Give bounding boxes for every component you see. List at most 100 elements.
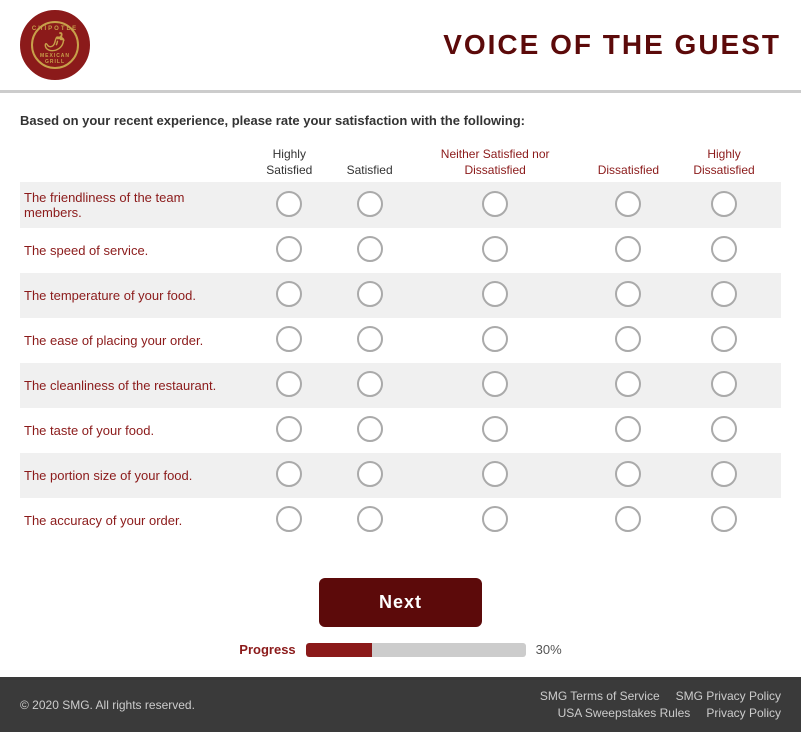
radio-friendliness-highly_satisfied[interactable]	[276, 191, 302, 217]
radio-accuracy-neither[interactable]	[482, 506, 508, 532]
radio-friendliness-dissatisfied[interactable]	[615, 191, 641, 217]
cell-ease-neither	[401, 318, 590, 363]
cell-temperature-dissatisfied	[590, 273, 667, 318]
row-label-accuracy: The accuracy of your order.	[20, 498, 240, 543]
row-label-ease: The ease of placing your order.	[20, 318, 240, 363]
cell-temperature-highly_dissatisfied	[667, 273, 781, 318]
radio-ease-dissatisfied[interactable]	[615, 326, 641, 352]
footer-link-privacy2[interactable]: Privacy Policy	[706, 706, 781, 720]
page-title: VOICE OF THE GUEST	[443, 29, 781, 61]
radio-accuracy-dissatisfied[interactable]	[615, 506, 641, 532]
radio-speed-highly_dissatisfied[interactable]	[711, 236, 737, 262]
radio-portion-neither[interactable]	[482, 461, 508, 487]
cell-temperature-highly_satisfied	[240, 273, 339, 318]
radio-temperature-satisfied[interactable]	[357, 281, 383, 307]
table-row: The friendliness of the team members.	[20, 182, 781, 228]
row-label-speed: The speed of service.	[20, 228, 240, 273]
col-header-highly-dissatisfied: Highly Dissatisfied	[667, 143, 781, 182]
radio-temperature-highly_dissatisfied[interactable]	[711, 281, 737, 307]
radio-portion-highly_satisfied[interactable]	[276, 461, 302, 487]
radio-accuracy-satisfied[interactable]	[357, 506, 383, 532]
radio-cleanliness-dissatisfied[interactable]	[615, 371, 641, 397]
cell-cleanliness-satisfied	[339, 363, 401, 408]
radio-speed-neither[interactable]	[482, 236, 508, 262]
cell-speed-dissatisfied	[590, 228, 667, 273]
table-row: The accuracy of your order.	[20, 498, 781, 543]
col-header-dissatisfied: Dissatisfied	[590, 143, 667, 182]
cell-speed-highly_dissatisfied	[667, 228, 781, 273]
table-row: The portion size of your food.	[20, 453, 781, 498]
col-header-highly-satisfied: Highly Satisfied	[240, 143, 339, 182]
cell-friendliness-satisfied	[339, 182, 401, 228]
radio-cleanliness-highly_dissatisfied[interactable]	[711, 371, 737, 397]
button-section: Next	[0, 578, 801, 627]
radio-temperature-neither[interactable]	[482, 281, 508, 307]
cell-friendliness-neither	[401, 182, 590, 228]
radio-temperature-highly_satisfied[interactable]	[276, 281, 302, 307]
cell-cleanliness-dissatisfied	[590, 363, 667, 408]
radio-accuracy-highly_satisfied[interactable]	[276, 506, 302, 532]
progress-percent: 30%	[536, 642, 562, 657]
radio-ease-satisfied[interactable]	[357, 326, 383, 352]
cell-ease-dissatisfied	[590, 318, 667, 363]
cell-friendliness-highly_dissatisfied	[667, 182, 781, 228]
survey-table: Highly Satisfied Satisfied Neither Satis…	[20, 143, 781, 543]
footer-link-sweepstakes[interactable]: USA Sweepstakes Rules	[558, 706, 691, 720]
survey-question-label: Based on your recent experience, please …	[20, 113, 781, 128]
progress-bar-fill	[306, 643, 372, 657]
chipotle-logo: CHIPOTLE 🌶 MEXICAN GRILL	[20, 10, 90, 80]
radio-temperature-dissatisfied[interactable]	[615, 281, 641, 307]
cell-speed-satisfied	[339, 228, 401, 273]
cell-taste-neither	[401, 408, 590, 453]
col-header-satisfied: Satisfied	[339, 143, 401, 182]
radio-friendliness-satisfied[interactable]	[357, 191, 383, 217]
radio-taste-satisfied[interactable]	[357, 416, 383, 442]
radio-speed-satisfied[interactable]	[357, 236, 383, 262]
radio-portion-highly_dissatisfied[interactable]	[711, 461, 737, 487]
row-label-temperature: The temperature of your food.	[20, 273, 240, 318]
radio-cleanliness-neither[interactable]	[482, 371, 508, 397]
radio-friendliness-highly_dissatisfied[interactable]	[711, 191, 737, 217]
cell-taste-satisfied	[339, 408, 401, 453]
cell-taste-dissatisfied	[590, 408, 667, 453]
footer: © 2020 SMG. All rights reserved. SMG Ter…	[0, 677, 801, 732]
footer-link-privacy[interactable]: SMG Privacy Policy	[676, 689, 781, 703]
footer-links-row2: USA Sweepstakes Rules Privacy Policy	[558, 706, 781, 720]
cell-accuracy-highly_satisfied	[240, 498, 339, 543]
radio-speed-highly_satisfied[interactable]	[276, 236, 302, 262]
footer-links-section: SMG Terms of Service SMG Privacy Policy …	[540, 689, 781, 720]
cell-taste-highly_dissatisfied	[667, 408, 781, 453]
cell-portion-highly_dissatisfied	[667, 453, 781, 498]
radio-taste-neither[interactable]	[482, 416, 508, 442]
radio-portion-dissatisfied[interactable]	[615, 461, 641, 487]
cell-accuracy-highly_dissatisfied	[667, 498, 781, 543]
footer-link-terms[interactable]: SMG Terms of Service	[540, 689, 660, 703]
header: CHIPOTLE 🌶 MEXICAN GRILL VOICE OF THE GU…	[0, 0, 801, 93]
radio-ease-neither[interactable]	[482, 326, 508, 352]
row-label-friendliness: The friendliness of the team members.	[20, 182, 240, 228]
cell-ease-highly_satisfied	[240, 318, 339, 363]
next-button[interactable]: Next	[319, 578, 482, 627]
radio-cleanliness-satisfied[interactable]	[357, 371, 383, 397]
row-label-taste: The taste of your food.	[20, 408, 240, 453]
cell-taste-highly_satisfied	[240, 408, 339, 453]
radio-accuracy-highly_dissatisfied[interactable]	[711, 506, 737, 532]
radio-taste-dissatisfied[interactable]	[615, 416, 641, 442]
table-row: The ease of placing your order.	[20, 318, 781, 363]
radio-portion-satisfied[interactable]	[357, 461, 383, 487]
cell-friendliness-highly_satisfied	[240, 182, 339, 228]
row-label-portion: The portion size of your food.	[20, 453, 240, 498]
cell-cleanliness-highly_satisfied	[240, 363, 339, 408]
radio-taste-highly_satisfied[interactable]	[276, 416, 302, 442]
cell-accuracy-dissatisfied	[590, 498, 667, 543]
radio-ease-highly_satisfied[interactable]	[276, 326, 302, 352]
radio-cleanliness-highly_satisfied[interactable]	[276, 371, 302, 397]
radio-friendliness-neither[interactable]	[482, 191, 508, 217]
radio-speed-dissatisfied[interactable]	[615, 236, 641, 262]
radio-taste-highly_dissatisfied[interactable]	[711, 416, 737, 442]
radio-ease-highly_dissatisfied[interactable]	[711, 326, 737, 352]
cell-portion-satisfied	[339, 453, 401, 498]
progress-label: Progress	[239, 642, 295, 657]
footer-links-row1: SMG Terms of Service SMG Privacy Policy	[540, 689, 781, 703]
cell-portion-dissatisfied	[590, 453, 667, 498]
